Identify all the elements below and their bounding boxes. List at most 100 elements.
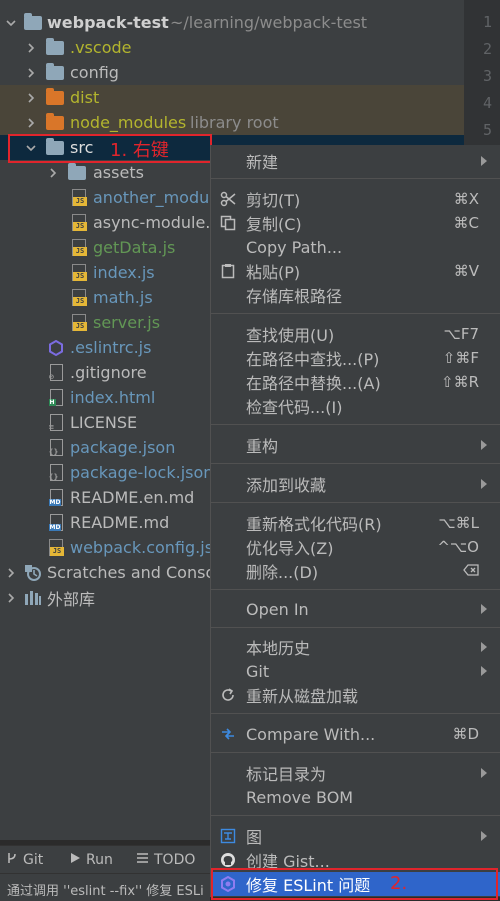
menu-separator (211, 502, 500, 503)
menu-separator (211, 178, 500, 179)
submenu-arrow-icon (481, 479, 487, 489)
menu-shortcut: ^⌥O (437, 538, 479, 556)
menu-refactor[interactable]: 重构 (211, 433, 500, 457)
menu-separator (211, 589, 500, 590)
folder-label: config (70, 63, 119, 82)
menu-shortcut: ⌥⌘L (438, 514, 479, 532)
menu-add-favorites[interactable]: 添加到收藏 (211, 472, 500, 496)
menu-separator (211, 815, 500, 816)
menu-reformat-code[interactable]: 重新格式化代码(R) ⌥⌘L (211, 511, 500, 535)
menu-shortcut: ⇧⌘F (442, 349, 479, 367)
menu-label: 粘贴(P) (246, 263, 301, 282)
html-file-icon: H (47, 389, 65, 407)
menu-label: Remove BOM (246, 787, 354, 807)
menu-separator (211, 713, 500, 714)
js-file-icon: JS (47, 539, 65, 557)
menu-reload-from-disk[interactable]: 重新从磁盘加载 (211, 683, 500, 707)
line-number: 1 (482, 13, 492, 31)
chevron-right-icon[interactable] (46, 166, 60, 180)
menu-open-in[interactable]: Open In (211, 597, 500, 621)
text-file-icon: ≡ (47, 414, 65, 432)
menu-compare-with[interactable]: Compare With... ⌘D (211, 722, 500, 746)
submenu-arrow-icon (481, 440, 487, 450)
menu-shortcut: ⌘V (453, 262, 479, 280)
submenu-arrow-icon (481, 666, 487, 676)
line-number: 4 (482, 94, 492, 112)
run-tool-label: Run (86, 852, 113, 868)
menu-new[interactable]: 新建 (211, 149, 500, 173)
menu-separator (211, 627, 500, 628)
menu-replace-in-path[interactable]: 在路径中替换...(A) ⇧⌘R (211, 370, 500, 394)
diagram-icon (219, 827, 237, 845)
menu-paste[interactable]: 粘贴(P) ⌘V (211, 259, 500, 283)
ignore-file-icon: ⊘ (47, 364, 65, 382)
file-label: another_modul (93, 188, 214, 207)
chevron-right-icon[interactable] (4, 591, 18, 605)
markdown-file-icon: MD (47, 514, 65, 532)
copy-icon (219, 214, 237, 232)
js-file-icon: JS (70, 314, 88, 332)
menu-find-in-path[interactable]: 在路径中查找...(P) ⇧⌘F (211, 346, 500, 370)
menu-label: 新建 (246, 153, 279, 172)
file-label: server.js (93, 313, 161, 332)
line-number: 5 (482, 121, 492, 139)
annotation-box-step2 (211, 868, 498, 900)
menu-label: 复制(C) (246, 215, 302, 234)
todo-tool-button[interactable]: TODO (136, 852, 195, 868)
markdown-file-icon: MD (47, 489, 65, 507)
run-tool-button[interactable]: Run (70, 852, 113, 868)
menu-label: 重构 (246, 437, 279, 456)
menu-remove-bom[interactable]: Remove BOM (211, 785, 500, 809)
menu-find-usages[interactable]: 查找使用(U) ⌥F7 (211, 322, 500, 346)
menu-mark-directory[interactable]: 标记目录为 (211, 761, 500, 785)
file-label: LICENSE (70, 413, 138, 432)
project-name: webpack-test (47, 13, 169, 32)
menu-copy[interactable]: 复制(C) ⌘C (211, 211, 500, 235)
menu-repo-root[interactable]: 存储库根路径 (211, 283, 500, 307)
menu-cut[interactable]: 剪切(T) ⌘X (211, 187, 500, 211)
chevron-right-icon[interactable] (24, 66, 38, 80)
tree-folder-vscode[interactable]: .vscode (0, 35, 464, 60)
git-tool-label: Git (23, 852, 44, 868)
menu-local-history[interactable]: 本地历史 (211, 635, 500, 659)
compare-icon (219, 725, 237, 743)
file-label: README.en.md (70, 488, 195, 507)
menu-git[interactable]: Git (211, 659, 500, 683)
menu-copy-path[interactable]: Copy Path... (211, 235, 500, 259)
file-label: math.js (93, 288, 153, 307)
menu-diagrams[interactable]: 图 (211, 824, 500, 848)
annotation-step2: 2. (390, 873, 408, 894)
chevron-right-icon[interactable] (24, 116, 38, 130)
menu-label: 存储库根路径 (246, 287, 343, 306)
file-label: async-module.j (93, 213, 215, 232)
menu-delete[interactable]: 删除...(D) (211, 559, 500, 583)
git-tool-button[interactable]: Git (6, 852, 43, 868)
menu-shortcut: ⇧⌘R (441, 373, 479, 391)
folder-icon (46, 62, 64, 82)
menu-label: Compare With... (246, 724, 376, 744)
menu-label: 本地历史 (246, 639, 311, 658)
menu-label: 删除...(D) (246, 563, 319, 582)
chevron-right-icon[interactable] (4, 566, 18, 580)
chevron-down-icon[interactable] (4, 16, 18, 30)
excluded-folder-icon (46, 87, 64, 107)
menu-optimize-imports[interactable]: 优化导入(Z) ^⌥O (211, 535, 500, 559)
js-file-icon: JS (70, 189, 88, 207)
chevron-right-icon[interactable] (24, 91, 38, 105)
folder-label: dist (70, 88, 100, 107)
menu-label: 优化导入(Z) (246, 539, 334, 558)
tree-root[interactable]: webpack-test ~/learning/webpack-test (0, 10, 464, 35)
list-icon (136, 852, 149, 868)
status-bar: 通过调用 ''eslint --fix'' 修复 ESLi (0, 873, 210, 901)
tree-folder-node-modules[interactable]: node_modules library root (0, 110, 464, 135)
file-label: README.md (70, 513, 170, 532)
chevron-right-icon[interactable] (24, 41, 38, 55)
tool-window-bar: Git Run TODO (0, 845, 210, 873)
menu-inspect-code[interactable]: 检查代码...(I) (211, 394, 500, 418)
tree-folder-config[interactable]: config (0, 60, 464, 85)
library-icon (24, 589, 42, 607)
play-icon (70, 852, 81, 868)
tree-folder-dist[interactable]: dist (0, 85, 464, 110)
js-file-icon: JS (70, 289, 88, 307)
project-path: ~/learning/webpack-test (170, 13, 368, 32)
